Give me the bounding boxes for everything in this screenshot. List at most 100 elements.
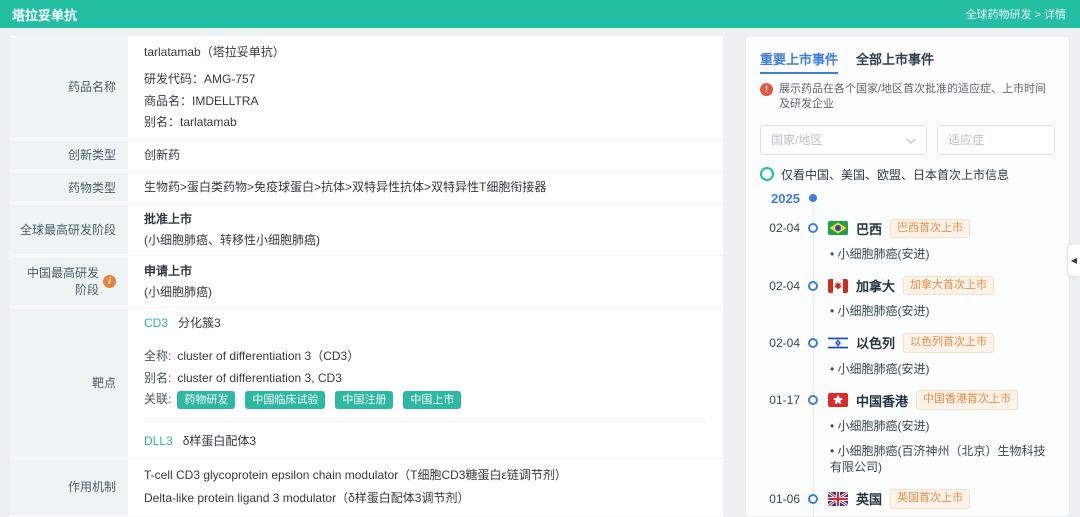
target-fullname-value: cluster of differentiation 3（CD3） [177,348,359,365]
flag-icon-il [828,336,848,350]
page: 塔拉妥单抗 全球药物研发 > 详情 药品名称 tarlatamab（塔拉妥单抗）… [0,0,1080,517]
timeline-event-date: 01-17 [760,393,800,407]
drug-type-value: 生物药>蛋白类药物>免疫球蛋白>抗体>双特异性抗体>双特异性T细胞衔接器 [128,172,723,203]
timeline-marker-icon [808,223,818,233]
timeline-event-item: • 小细胞肺癌(安进) [830,246,1055,263]
china-stage-text: 申请上市 [144,261,707,282]
tab-important-events[interactable]: 重要上市事件 [760,49,838,74]
global-stage-text: 批准上市 [144,209,707,230]
field-row-drug-name: 药品名称 tarlatamab（塔拉妥单抗） 研发代码：AMG-757 商品名：… [10,36,723,140]
target-assoc-tag[interactable]: 中国上市 [403,391,461,409]
timeline-event-date: 01-06 [760,492,800,506]
innovation-type-text: 创新药 [144,145,707,166]
field-label: 药品名称 [10,37,128,138]
timeline-event-item: • 小细胞肺癌(安进) [830,303,1055,320]
alert-icon: ! [760,83,773,96]
field-label: 靶点 [10,309,128,457]
tab-all-events[interactable]: 全部上市事件 [856,49,934,74]
info-icon[interactable]: i [103,275,116,288]
drug-brand-line: 商品名：IMDELLTRA [144,91,707,112]
events-note-text: 展示药品在各个国家/地区首次批准的适应症、上市时间及研发企业 [779,82,1055,113]
drug-type-text: 生物药>蛋白类药物>免疫球蛋白>抗体>双特异性抗体>双特异性T细胞衔接器 [144,177,707,198]
timeline-event-date: 02-04 [760,336,800,350]
global-stage-value: 批准上市 (小细胞肺癌、转移性小细胞肺癌) [128,204,723,255]
target-fullname-row: 全称: cluster of differentiation 3（CD3） [144,346,707,367]
china-stage-label-text: 中国最高研发阶段 [16,265,99,297]
timeline-year-row: 2025 [760,191,1055,206]
timeline-marker-icon [808,338,818,348]
drug-alias-line: 别名：tarlatamab [144,112,707,133]
timeline-event-header: 01-06 英国英国首次上市 [760,489,1055,508]
target-head: DLL3 δ样蛋白配体3 [144,431,707,452]
field-label: 全球最高研发阶段 [10,205,128,254]
timeline-country-name[interactable]: 中国香港 [856,391,908,410]
main-content: 药品名称 tarlatamab（塔拉妥单抗） 研发代码：AMG-757 商品名：… [0,28,1080,517]
field-row-innovation-type: 创新类型 创新药 [10,140,723,172]
target-assoc-tag[interactable]: 药物研发 [177,391,235,409]
target-alias-label: 别名: [144,370,171,387]
timeline-event-header: 02-04巴西巴西首次上市 [760,219,1055,238]
moa-line: Delta-like protein ligand 3 modulator（δ样… [144,487,707,510]
timeline-event-header: 02-04 以色列以色列首次上市 [760,333,1055,352]
first-listing-badge: 英国首次上市 [890,489,970,508]
target-head: CD3 分化簇3 [144,313,707,334]
flag-icon-gb [828,492,848,506]
timeline-event-item: • 小细胞肺癌(百济神州（北京）生物科技有限公司) [830,443,1055,477]
field-label: 中国最高研发阶段 i [10,257,128,306]
radio-icon[interactable] [760,167,774,181]
chevron-down-icon [906,133,916,147]
target-assoc-tag[interactable]: 中国注册 [335,391,393,409]
target-alias-value: cluster of differentiation 3, CD3 [177,370,342,387]
drug-name-value: tarlatamab（塔拉妥单抗） 研发代码：AMG-757 商品名：IMDEL… [128,36,723,139]
target-symbol-link[interactable]: CD3 [144,316,168,330]
indication-filter-input[interactable] [937,125,1055,155]
events-note: ! 展示药品在各个国家/地区首次批准的适应症、上市时间及研发企业 [760,82,1055,113]
first-listing-badge: 中国香港首次上市 [916,390,1018,409]
field-row-global-stage: 全球最高研发阶段 批准上市 (小细胞肺癌、转移性小细胞肺癌) [10,204,723,256]
target-cn-name: δ样蛋白配体3 [183,434,256,448]
target-assoc-row: 关联: 药物研发中国临床试验中国注册中国上市 [144,389,707,411]
field-row-china-stage: 中国最高研发阶段 i 申请上市 (小细胞肺癌) [10,256,723,308]
timeline-country-name[interactable]: 英国 [856,489,882,508]
drug-info-panel: 药品名称 tarlatamab（塔拉妥单抗） 研发代码：AMG-757 商品名：… [10,36,723,517]
field-label: 作用机制 [10,460,128,515]
timeline-marker-icon [808,281,818,291]
top-header: 塔拉妥单抗 全球药物研发 > 详情 [0,0,1080,28]
timeline-country-name[interactable]: 以色列 [856,333,895,352]
target-symbol-link[interactable]: DLL3 [144,434,173,448]
timeline-country-name[interactable]: 巴西 [856,219,882,238]
china-stage-value: 申请上市 (小细胞肺癌) [128,256,723,307]
target-fullname-label: 全称: [144,348,171,365]
timeline-marker-icon [808,494,818,504]
timeline-marker-icon [808,395,818,405]
field-row-targets: 靶点 CD3 分化簇3 全称: cluster of differentiation … [10,308,723,459]
timeline-event-header: 02-04 加拿大加拿大首次上市 [760,276,1055,295]
breadcrumb[interactable]: 全球药物研发 > 详情 [965,6,1066,22]
collapse-panel-handle[interactable]: ◀ [1067,243,1080,277]
first-listing-badge: 以色列首次上市 [903,333,994,352]
global-stage-note: (小细胞肺癌、转移性小细胞肺癌) [144,231,707,250]
field-label: 创新类型 [10,141,128,170]
radio-label: 仅看中国、美国、欧盟、日本首次上市信息 [781,166,1009,183]
country-select[interactable]: 国家/地区 [760,125,927,155]
target-detail-rows: 全称: cluster of differentiation 3（CD3） 别名: c… [144,346,707,411]
china-stage-note: (小细胞肺癌) [144,283,707,302]
page-title: 塔拉妥单抗 [12,5,77,24]
timeline-country-name[interactable]: 加拿大 [856,276,895,295]
country-select-placeholder: 国家/地区 [771,131,822,148]
events-timeline: 202502-04巴西巴西首次上市• 小细胞肺癌(安进)02-04加拿大加拿大首… [760,191,1055,517]
flag-icon-hk [828,393,848,407]
target-assoc-tags: 药物研发中国临床试验中国注册中国上市 [177,391,471,409]
timeline-event-date: 02-04 [760,221,800,235]
market-events-panel: 重要上市事件全部上市事件 ! 展示药品在各个国家/地区首次批准的适应症、上市时间… [745,36,1070,517]
first-listing-badge: 加拿大首次上市 [903,276,994,295]
timeline-year-dot [809,194,817,202]
first-listing-radio[interactable]: 仅看中国、美国、欧盟、日本首次上市信息 [760,166,1055,183]
target-alias-row: 别名: cluster of differentiation 3, CD3 [144,368,707,389]
target-cn-name: 分化簇3 [178,316,221,330]
target-assoc-tag[interactable]: 中国临床试验 [245,391,325,409]
target-entry: DLL3 δ样蛋白配体3 [144,421,707,452]
target-list: CD3 分化簇3 全称: cluster of differentiation 3（C… [128,308,723,458]
timeline-event-date: 02-04 [760,279,800,293]
target-assoc-label: 关联: [144,391,171,408]
